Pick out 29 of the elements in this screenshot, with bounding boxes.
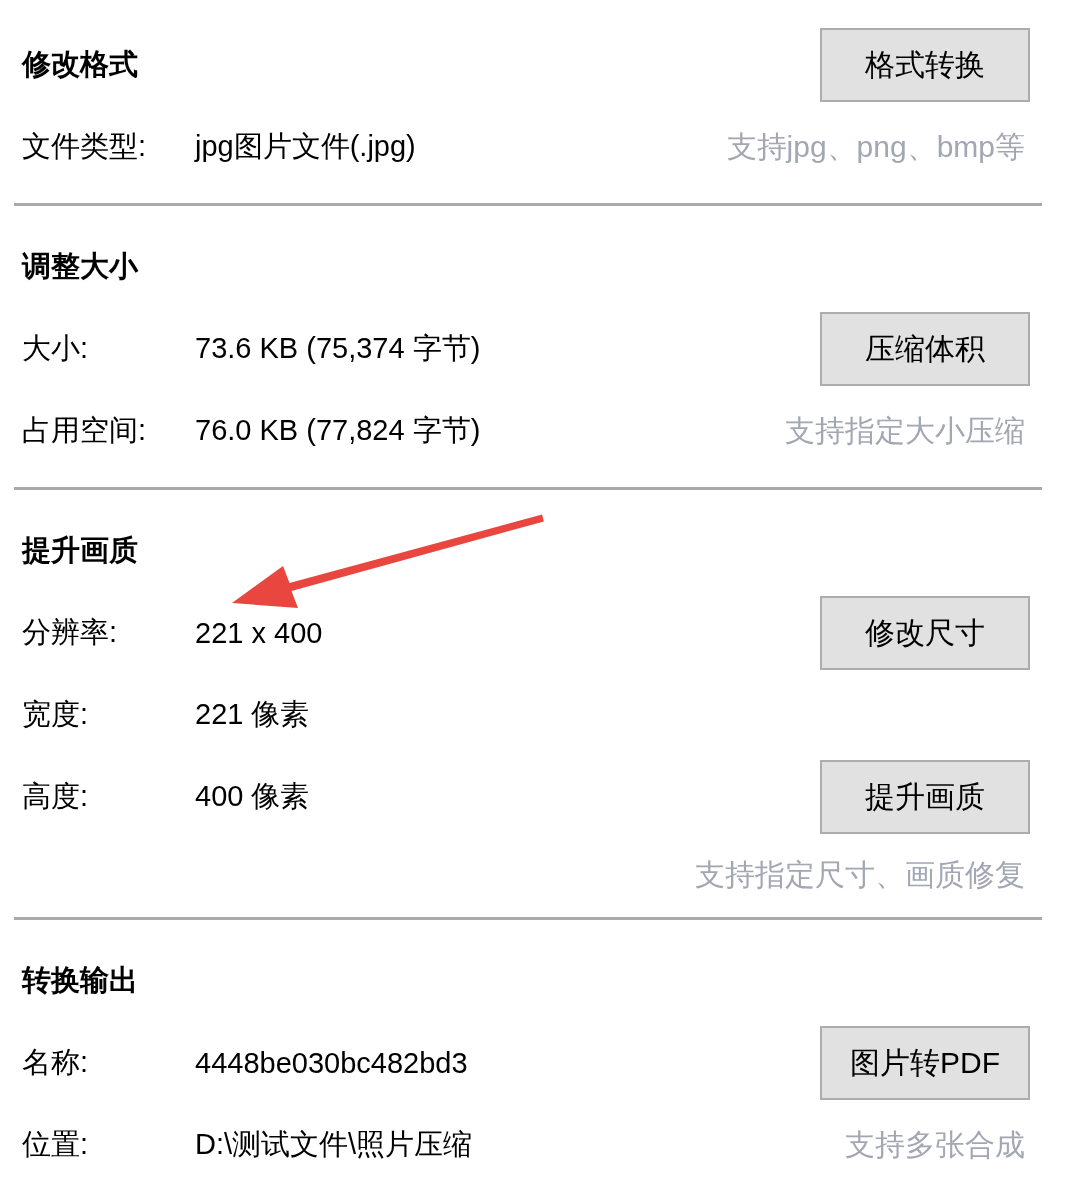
hint-text: 支持指定大小压缩 — [785, 412, 1026, 449]
field-label: 文件类型: — [22, 129, 148, 164]
action-button[interactable]: 提升画质 — [820, 760, 1030, 834]
hint-text: 支持多张合成 — [845, 1126, 1026, 1163]
field-label: 大小: — [22, 331, 90, 366]
field-value: jpg图片文件(.jpg) — [195, 129, 416, 164]
field-value: 221 x 400 — [195, 616, 323, 650]
field-label: 高度: — [22, 779, 90, 814]
field-label: 宽度: — [22, 697, 90, 732]
hint-text: 支持指定尺寸、画质修复 — [695, 856, 1026, 893]
field-value: 73.6 KB (75,374 字节) — [195, 331, 481, 366]
section-heading: 提升画质 — [22, 533, 138, 568]
hint-text: 支持jpg、png、bmp等 — [726, 128, 1026, 165]
action-button[interactable]: 图片转PDF — [820, 1026, 1030, 1100]
field-value: 76.0 KB (77,824 字节) — [195, 413, 481, 448]
section-heading: 调整大小 — [22, 249, 138, 284]
field-value: 221 像素 — [195, 697, 310, 732]
field-value: 4448be030bc482bd3 — [195, 1046, 468, 1080]
action-button[interactable]: 压缩体积 — [820, 312, 1030, 386]
section-heading: 转换输出 — [22, 963, 138, 998]
field-label: 位置: — [22, 1127, 90, 1162]
field-value: D:\测试文件\照片压缩 — [195, 1127, 473, 1162]
field-value: 400 像素 — [195, 779, 310, 814]
field-label: 分辨率: — [22, 615, 119, 650]
action-button[interactable]: 格式转换 — [820, 28, 1030, 102]
field-label: 占用空间: — [22, 413, 148, 448]
field-label: 名称: — [22, 1045, 90, 1080]
section-heading: 修改格式 — [22, 47, 138, 82]
action-button[interactable]: 修改尺寸 — [820, 596, 1030, 670]
